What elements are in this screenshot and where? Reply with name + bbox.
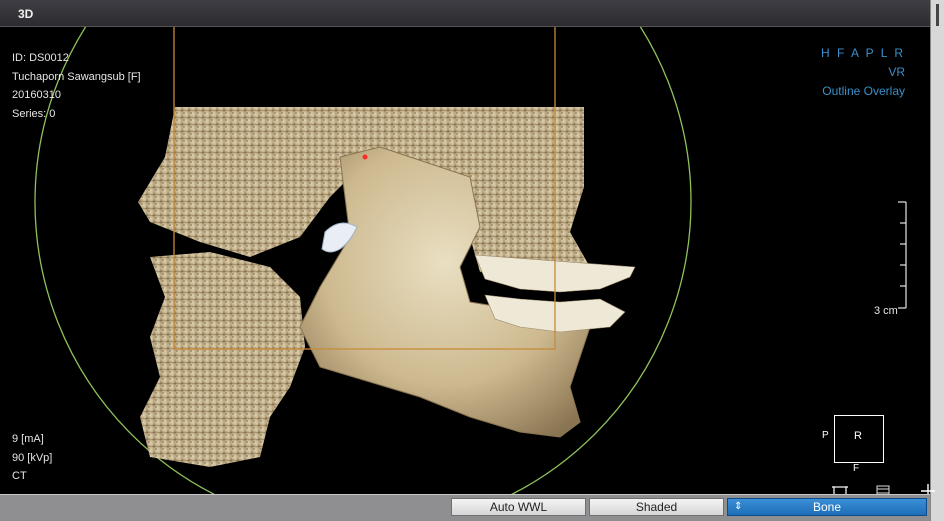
preset-value: Bone [812, 500, 842, 514]
patient-info-overlay: ID: DS0012 Tuchaporn Sawangsub [F] 20160… [12, 49, 141, 123]
landmark-marker [362, 154, 368, 160]
tube-voltage: 90 [kVp] [12, 451, 53, 464]
patient-id: ID: DS0012 [12, 52, 69, 64]
cube-bottom-label: F [853, 463, 860, 474]
scroll-thumb[interactable] [936, 4, 939, 26]
view-info-overlay: H F A P L R VR Outline Overlay [821, 44, 905, 101]
scale-label: 3 cm [874, 305, 898, 317]
right-scroll-strip[interactable] [930, 0, 944, 521]
auto-wwl-button[interactable]: Auto WWL [451, 498, 586, 516]
patient-name: Tuchaporn Sawangsub [F] [12, 70, 141, 83]
modality: CT [12, 470, 27, 482]
viewport-title-bar: 3D [0, 0, 930, 27]
acquisition-info-overlay: 9 [mA] 90 [kVp] CT [12, 430, 52, 486]
viewport-title: 3D [18, 7, 34, 21]
tube-current: 9 [mA] [12, 433, 44, 445]
scale-bar [898, 201, 907, 309]
series-number: Series: 0 [12, 107, 56, 120]
viewport-toolbar: Auto WWL Shaded ⇕ Bone [0, 494, 930, 521]
render-mode: VR [888, 65, 905, 79]
shaded-button[interactable]: Shaded [589, 498, 724, 516]
preset-select[interactable]: ⇕ Bone [727, 498, 927, 516]
orientation-cube[interactable]: R [834, 415, 884, 463]
study-date: 20160310 [12, 89, 61, 101]
orientation-labels[interactable]: H F A P L R [821, 44, 905, 63]
3d-viewport[interactable]: ID: DS0012 Tuchaporn Sawangsub [F] 20160… [0, 27, 930, 494]
cube-left-label: P [822, 430, 829, 441]
spine [140, 252, 305, 467]
cube-face-label: R [854, 430, 862, 442]
outline-overlay-label: Outline Overlay [822, 84, 905, 98]
